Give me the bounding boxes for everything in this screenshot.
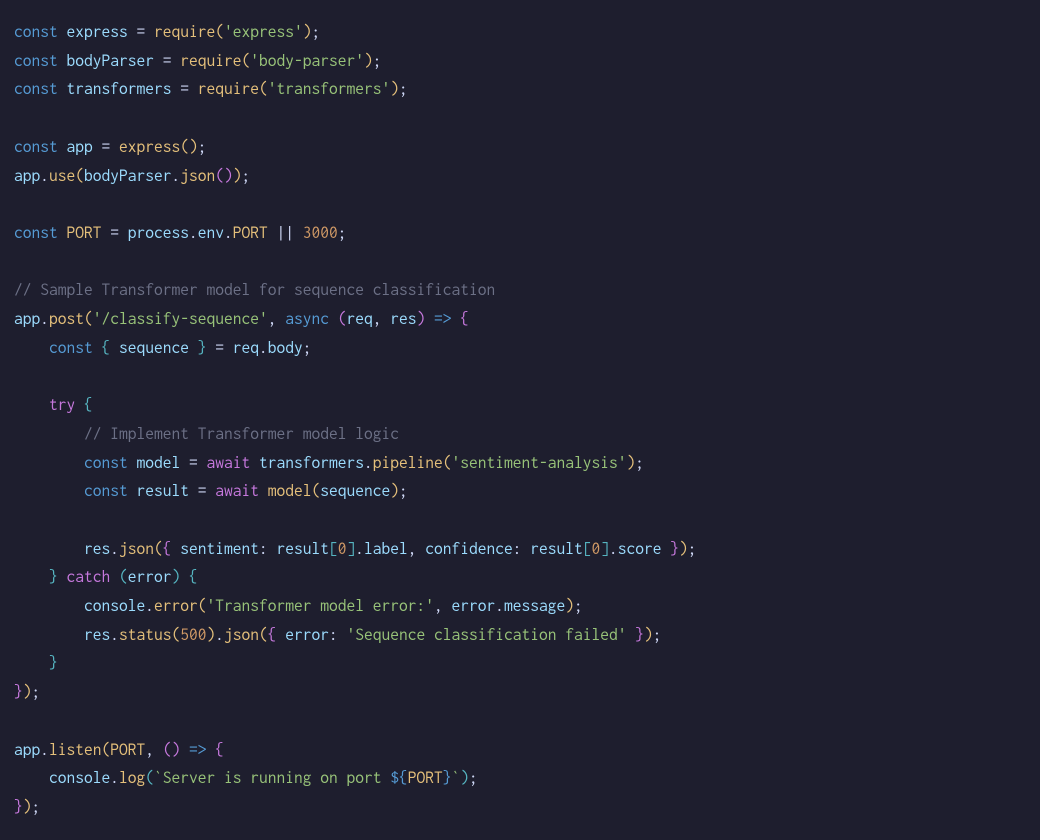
code-line: const bodyParser = require('body-parser'… xyxy=(14,52,382,70)
code-line: } xyxy=(14,654,58,672)
code-line: app.use(bodyParser.json()); xyxy=(14,167,250,185)
code-line: const PORT = process.env.PORT || 3000; xyxy=(14,224,347,242)
code-line: const model = await transformers.pipelin… xyxy=(14,454,644,472)
code-line: } catch (error) { xyxy=(14,568,198,586)
code-line: const result = await model(sequence); xyxy=(14,482,408,500)
code-line: }); xyxy=(14,798,40,816)
identifier: express xyxy=(67,23,128,41)
code-line: console.error('Transformer model error:'… xyxy=(14,597,583,615)
code-line: app.post('/classify-sequence', async (re… xyxy=(14,310,469,328)
code-comment: // Implement Transformer model logic xyxy=(14,425,399,443)
code-comment: // Sample Transformer model for sequence… xyxy=(14,281,495,299)
code-line: app.listen(PORT, () => { xyxy=(14,741,224,759)
keyword-const: const xyxy=(14,23,58,41)
code-line: const express = require('express'); xyxy=(14,23,320,41)
code-editor[interactable]: const express = require('express'); cons… xyxy=(0,0,1040,840)
code-line: const transformers = require('transforme… xyxy=(14,80,408,98)
fn-require: require xyxy=(154,23,215,41)
code-line: const { sequence } = req.body; xyxy=(14,339,312,357)
code-line: const app = express(); xyxy=(14,138,207,156)
code-line: console.log(`Server is running on port $… xyxy=(14,769,478,787)
code-line: }); xyxy=(14,683,40,701)
code-line: res.status(500).json({ error: 'Sequence … xyxy=(14,626,662,644)
code-line: try { xyxy=(14,396,93,414)
code-line: res.json({ sentiment: result[0].label, c… xyxy=(14,540,697,558)
